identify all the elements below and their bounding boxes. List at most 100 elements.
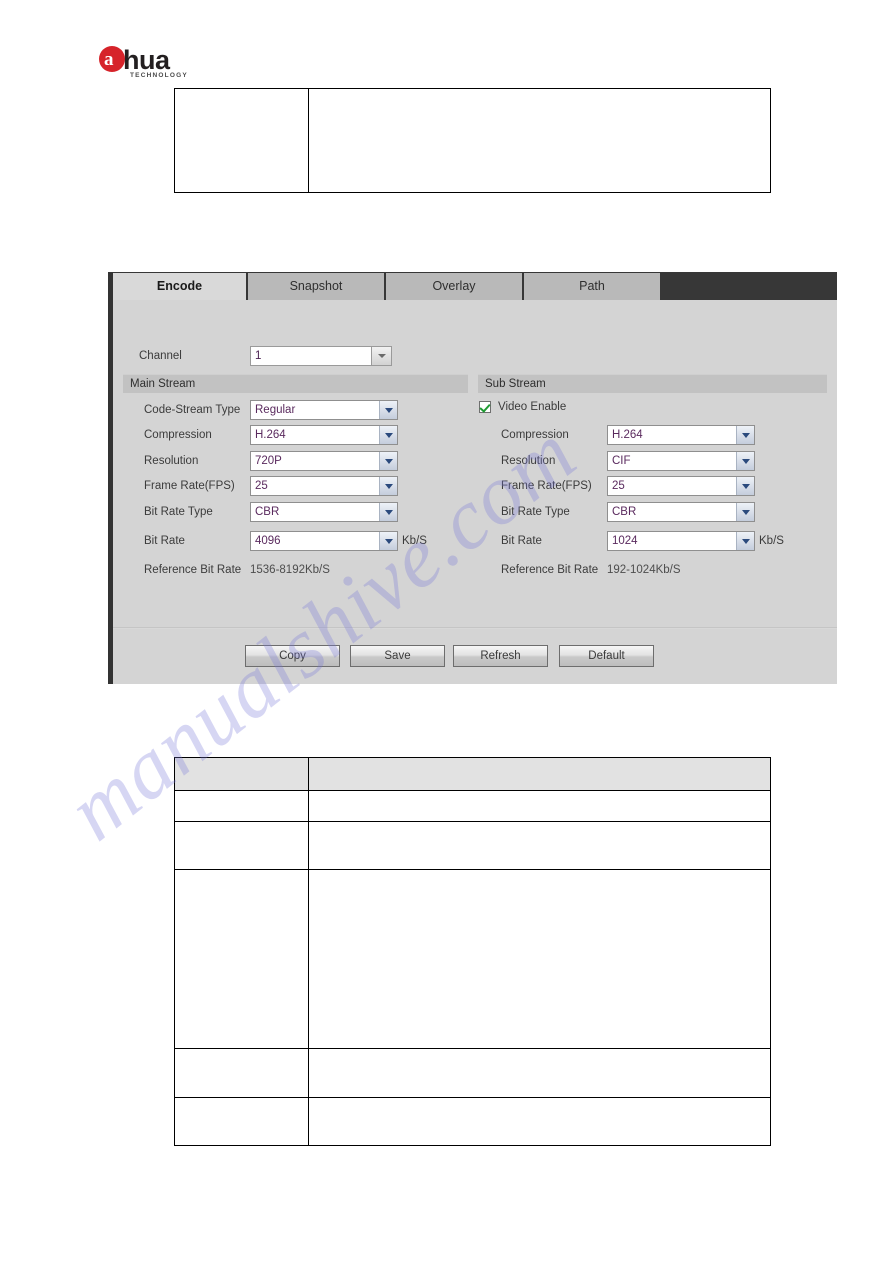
chevron-down-icon[interactable] (379, 532, 397, 550)
table-row (174, 869, 771, 1049)
copy-button[interactable]: Copy (245, 645, 340, 667)
main-code-stream-type-select[interactable]: Regular (250, 400, 398, 420)
chevron-down-icon[interactable] (379, 452, 397, 470)
main-bit-rate-unit: Kb/S (402, 535, 427, 547)
tab-bar: Encode Snapshot Overlay Path (113, 272, 837, 300)
chevron-down-icon[interactable] (379, 503, 397, 521)
sub-compression-label: Compression (501, 429, 569, 441)
main-frame-rate-value: 25 (255, 480, 268, 492)
video-enable-label: Video Enable (498, 401, 567, 413)
sub-resolution-select[interactable]: CIF (607, 451, 755, 471)
sub-frame-rate-select[interactable]: 25 (607, 476, 755, 496)
action-button-row: Copy Save Refresh Default (113, 645, 837, 669)
logo-letter: a (104, 49, 114, 70)
table-cell (174, 757, 309, 791)
main-reference-bit-rate-value: 1536-8192Kb/S (250, 564, 330, 576)
chevron-down-icon[interactable] (379, 477, 397, 495)
table-cell (174, 1097, 309, 1146)
table-cell (308, 1097, 771, 1146)
main-resolution-value: 720P (255, 455, 282, 467)
encode-settings-panel: Encode Snapshot Overlay Path Channel 1 M… (108, 272, 837, 684)
video-enable-checkbox[interactable] (479, 401, 491, 413)
table-row (174, 1097, 771, 1146)
video-enable-checkbox-row[interactable]: Video Enable (479, 401, 566, 413)
bottom-table-body (174, 757, 771, 1146)
main-bit-rate-type-select[interactable]: CBR (250, 502, 398, 522)
sub-stream-header: Sub Stream (478, 374, 827, 393)
sub-bit-rate-select[interactable]: 1024 (607, 531, 755, 551)
logo-tagline: TECHNOLOGY (130, 72, 188, 79)
main-stream-header: Main Stream (123, 374, 468, 393)
panel-body: Channel 1 Main Stream Sub Stream Code-St… (113, 300, 837, 684)
main-code-stream-type-label: Code-Stream Type (144, 404, 241, 416)
bottom-description-table (174, 757, 771, 1146)
chevron-down-icon[interactable] (736, 426, 754, 444)
table-cell (174, 821, 309, 870)
chevron-down-icon[interactable] (736, 477, 754, 495)
main-resolution-label: Resolution (144, 455, 199, 467)
sub-bit-rate-value: 1024 (612, 535, 638, 547)
main-compression-value: H.264 (255, 429, 286, 441)
main-bit-rate-type-value: CBR (255, 506, 280, 518)
sub-reference-bit-rate-label: Reference Bit Rate (501, 564, 599, 576)
main-bit-rate-type-label: Bit Rate Type (144, 506, 213, 518)
table-row (174, 821, 771, 870)
main-frame-rate-label: Frame Rate(FPS) (144, 480, 235, 492)
table-cell (308, 88, 771, 193)
sub-bit-rate-type-label: Bit Rate Type (501, 506, 570, 518)
chevron-down-icon[interactable] (736, 452, 754, 470)
main-frame-rate-select[interactable]: 25 (250, 476, 398, 496)
tab-path[interactable]: Path (522, 273, 660, 300)
table-cell (308, 757, 771, 791)
chevron-down-icon[interactable] (736, 503, 754, 521)
chevron-down-icon[interactable] (379, 426, 397, 444)
table-cell (308, 821, 771, 870)
main-bit-rate-select[interactable]: 4096 (250, 531, 398, 551)
channel-select[interactable]: 1 (250, 346, 392, 366)
main-compression-label: Compression (144, 429, 212, 441)
sub-reference-bit-rate-value: 192-1024Kb/S (607, 564, 681, 576)
panel-divider (113, 627, 837, 629)
sub-stream-title: Sub Stream (485, 378, 546, 390)
sub-frame-rate-value: 25 (612, 480, 625, 492)
table-cell (174, 790, 309, 822)
table-cell (308, 869, 771, 1049)
table-row (174, 1048, 771, 1098)
table-row (174, 88, 771, 193)
sub-resolution-value: CIF (612, 455, 631, 467)
channel-dropdown-button[interactable] (372, 346, 392, 366)
top-table-body (174, 88, 771, 193)
sub-compression-value: H.264 (612, 429, 643, 441)
channel-label: Channel (139, 350, 182, 362)
sub-bit-rate-label: Bit Rate (501, 535, 542, 547)
table-cell (308, 790, 771, 822)
sub-bit-rate-unit: Kb/S (759, 535, 784, 547)
main-bit-rate-value: 4096 (255, 535, 281, 547)
tab-overlay[interactable]: Overlay (384, 273, 522, 300)
table-row (174, 757, 771, 791)
sub-bit-rate-type-value: CBR (612, 506, 637, 518)
sub-frame-rate-label: Frame Rate(FPS) (501, 480, 592, 492)
main-compression-select[interactable]: H.264 (250, 425, 398, 445)
top-description-table (174, 88, 771, 193)
tab-snapshot[interactable]: Snapshot (246, 273, 384, 300)
dahua-logo: a hua TECHNOLOGY (99, 45, 214, 79)
refresh-button[interactable]: Refresh (453, 645, 548, 667)
main-resolution-select[interactable]: 720P (250, 451, 398, 471)
sub-bit-rate-type-select[interactable]: CBR (607, 502, 755, 522)
main-bit-rate-label: Bit Rate (144, 535, 185, 547)
table-cell (174, 88, 309, 193)
chevron-down-icon[interactable] (736, 532, 754, 550)
save-button[interactable]: Save (350, 645, 445, 667)
tab-encode[interactable]: Encode (113, 273, 246, 300)
chevron-down-icon[interactable] (379, 401, 397, 419)
chevron-down-icon (377, 354, 386, 358)
sub-resolution-label: Resolution (501, 455, 556, 467)
table-cell (174, 1048, 309, 1098)
sub-compression-select[interactable]: H.264 (607, 425, 755, 445)
table-cell (174, 869, 309, 1049)
default-button[interactable]: Default (559, 645, 654, 667)
logo-circle-icon: a (99, 46, 125, 72)
channel-select-value: 1 (250, 346, 372, 366)
main-code-stream-type-value: Regular (255, 404, 296, 416)
